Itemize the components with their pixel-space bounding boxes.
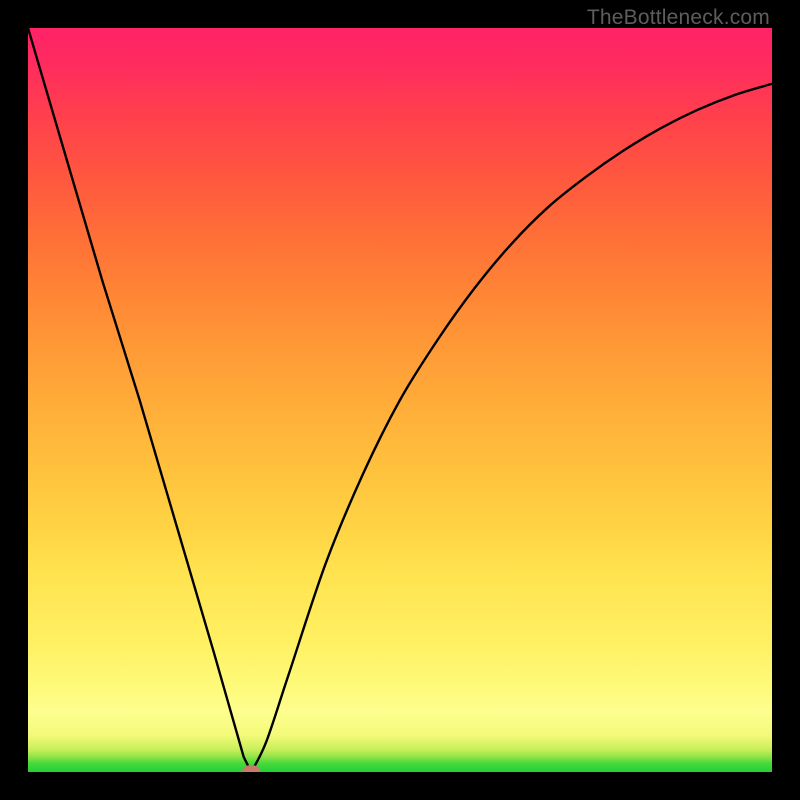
bottleneck-curve-path	[28, 28, 772, 772]
optimal-point-marker	[242, 765, 260, 772]
plot-area	[28, 28, 772, 772]
bottleneck-chart: TheBottleneck.com	[0, 0, 800, 800]
watermark-text: TheBottleneck.com	[587, 6, 770, 30]
curve-layer	[28, 28, 772, 772]
